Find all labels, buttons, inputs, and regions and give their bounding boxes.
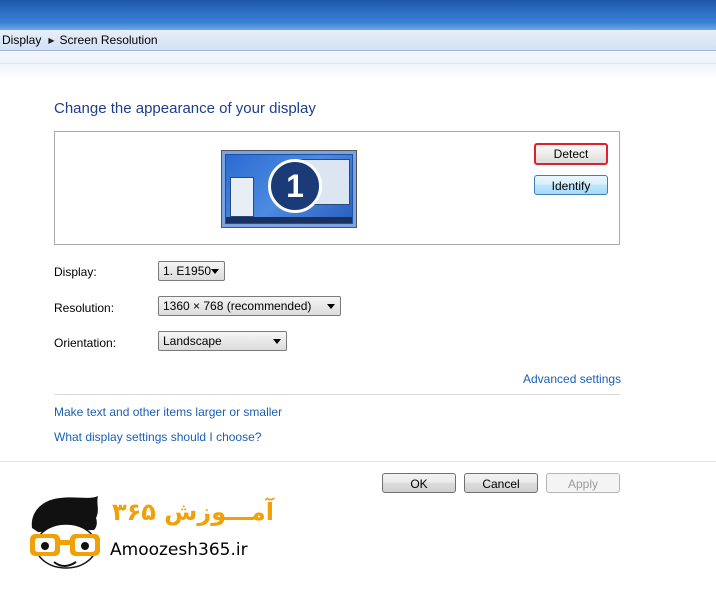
page-title: Change the appearance of your display — [54, 100, 316, 117]
display-select[interactable]: 1. E1950 — [158, 261, 225, 281]
toolbar-strip — [0, 51, 716, 79]
apply-button[interactable]: Apply — [546, 473, 620, 493]
divider — [54, 394, 620, 395]
orientation-select-value: Landscape — [163, 334, 222, 348]
detect-button[interactable]: Detect — [534, 143, 608, 165]
breadcrumb-screen-resolution[interactable]: Screen Resolution — [58, 33, 162, 47]
breadcrumb-arrow-icon[interactable]: ▶ — [48, 36, 54, 45]
dropdown-arrow-icon — [327, 304, 335, 309]
dropdown-arrow-icon — [211, 269, 219, 274]
footer-divider — [0, 461, 716, 462]
mini-window-icon — [230, 177, 254, 217]
identify-button[interactable]: Identify — [534, 175, 608, 195]
text-size-link[interactable]: Make text and other items larger or smal… — [54, 405, 282, 419]
monitor-icon[interactable]: 1 — [221, 150, 357, 228]
resolution-select-value: 1360 × 768 (recommended) — [163, 299, 312, 313]
orientation-select[interactable]: Landscape — [158, 331, 287, 351]
watermark-logo: آمـــوزش ۳۶۵ Amoozesh365.ir — [26, 494, 326, 574]
ok-button[interactable]: OK — [382, 473, 456, 493]
display-label: Display: — [54, 265, 97, 279]
mini-taskbar — [226, 217, 352, 223]
advanced-settings-link[interactable]: Advanced settings — [523, 372, 621, 386]
cancel-button[interactable]: Cancel — [464, 473, 538, 493]
site-logo-text: Amoozesh365.ir — [110, 540, 248, 560]
breadcrumb-display[interactable]: Display — [0, 33, 45, 47]
orientation-label: Orientation: — [54, 336, 117, 350]
persian-logo-text: آمـــوزش ۳۶۵ — [112, 498, 274, 526]
display-settings-help-link[interactable]: What display settings should I choose? — [54, 430, 261, 444]
monitor-number-badge: 1 — [268, 159, 322, 213]
resolution-select[interactable]: 1360 × 768 (recommended) — [158, 296, 341, 316]
dropdown-arrow-icon — [273, 339, 281, 344]
resolution-label: Resolution: — [54, 301, 115, 315]
address-bar[interactable]: Display ▶ Screen Resolution — [0, 30, 716, 51]
window-titlebar — [0, 0, 716, 30]
display-select-value: 1. E1950 — [163, 264, 212, 278]
monitor-screen: 1 — [226, 155, 352, 223]
mascot-glasses-icon — [30, 496, 100, 569]
